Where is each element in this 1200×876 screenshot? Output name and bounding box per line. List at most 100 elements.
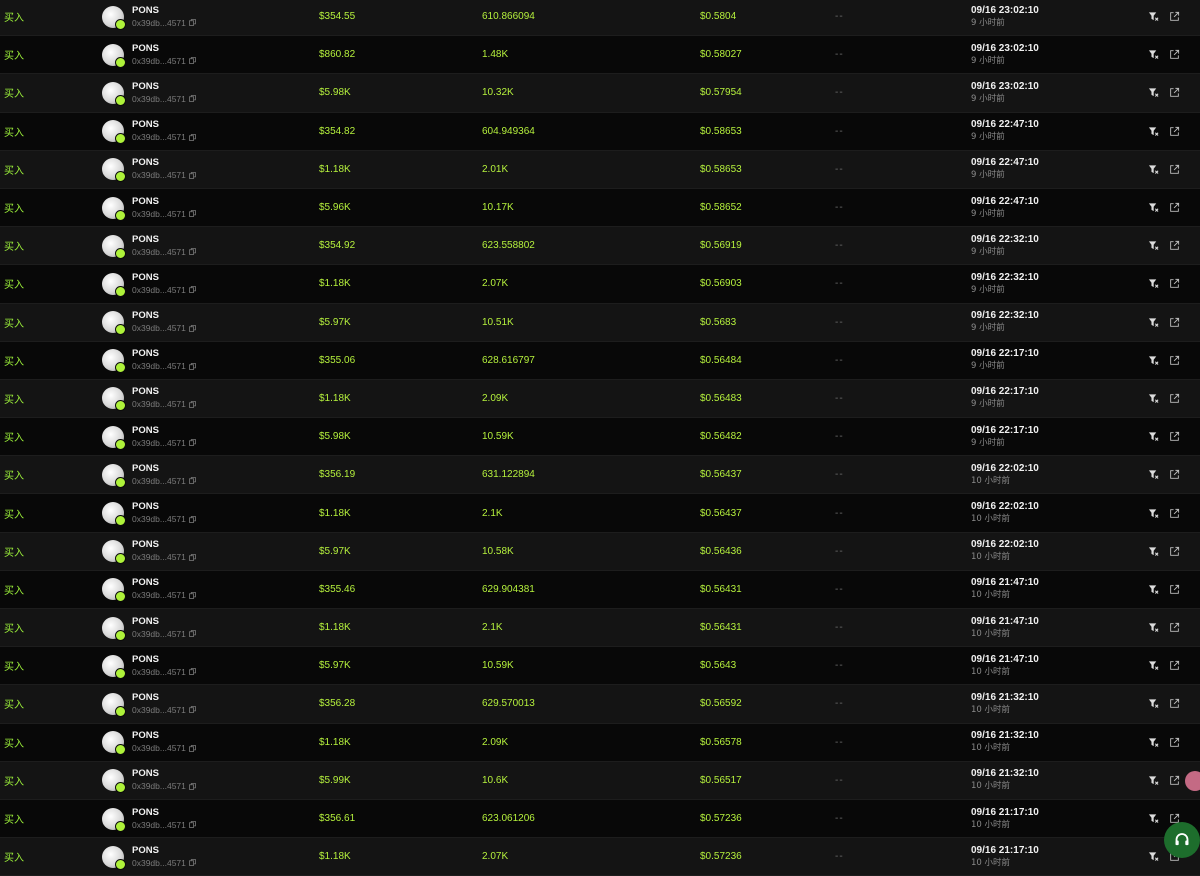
table-row[interactable]: 买入 PONS 0x39db...4571 $1.18K 2.09K $0.56…	[0, 379, 1200, 419]
copy-icon[interactable]	[189, 324, 196, 332]
filter-icon[interactable]	[1148, 775, 1159, 786]
external-link-icon[interactable]	[1169, 317, 1180, 328]
copy-icon[interactable]	[189, 210, 196, 217]
table-row[interactable]: 买入 PONS 0x39db...4571 $354.92 623.558802…	[0, 227, 1200, 266]
table-row[interactable]: 买入 PONS 0x39db...4571 $1.18K 2.01K $0.58…	[0, 150, 1200, 189]
copy-icon[interactable]	[189, 668, 196, 676]
copy-icon[interactable]	[189, 19, 196, 26]
filter-icon[interactable]	[1148, 49, 1159, 60]
external-link-icon[interactable]	[1169, 240, 1180, 251]
filter-icon[interactable]	[1148, 202, 1159, 213]
filter-icon[interactable]	[1148, 393, 1159, 404]
table-row[interactable]: 买入 PONS 0x39db...4571 $1.18K 2.07K $0.56…	[0, 265, 1200, 304]
token-cell[interactable]: PONS 0x39db...4571	[102, 571, 196, 608]
token-cell[interactable]: PONS 0x39db...4571	[102, 113, 196, 150]
token-cell[interactable]: PONS 0x39db...4571	[102, 151, 196, 188]
copy-icon[interactable]	[189, 133, 196, 141]
copy-icon[interactable]	[189, 171, 196, 179]
table-row[interactable]: 买入 PONS 0x39db...4571 $355.46 629.904381…	[0, 570, 1200, 609]
table-row[interactable]: 买入 PONS 0x39db...4571 $860.82 1.48K $0.5…	[0, 36, 1200, 75]
filter-icon[interactable]	[1148, 660, 1159, 671]
external-link-icon[interactable]	[1169, 126, 1180, 137]
token-cell[interactable]: PONS 0x39db...4571	[102, 304, 196, 341]
external-link-icon[interactable]	[1169, 202, 1180, 213]
token-cell[interactable]: PONS 0x39db...4571	[102, 838, 196, 875]
copy-icon[interactable]	[189, 821, 196, 828]
support-button[interactable]	[1164, 822, 1200, 858]
table-row[interactable]: 买入 PONS 0x39db...4571 $5.97K 10.59K $0.5…	[0, 647, 1200, 686]
external-link-icon[interactable]	[1169, 622, 1180, 633]
filter-icon[interactable]	[1148, 813, 1159, 824]
filter-icon[interactable]	[1148, 317, 1159, 328]
filter-icon[interactable]	[1148, 11, 1159, 22]
table-row[interactable]: 买入 PONS 0x39db...4571 $5.97K 10.58K $0.5…	[0, 532, 1200, 571]
external-link-icon[interactable]	[1169, 393, 1180, 404]
copy-icon[interactable]	[189, 553, 196, 561]
table-row[interactable]: 买入 PONS 0x39db...4571 $5.97K 10.51K $0.5…	[0, 303, 1200, 342]
filter-icon[interactable]	[1148, 126, 1159, 137]
external-link-icon[interactable]	[1169, 660, 1180, 671]
filter-icon[interactable]	[1148, 469, 1159, 480]
token-cell[interactable]: PONS 0x39db...4571	[102, 74, 196, 111]
external-link-icon[interactable]	[1169, 698, 1180, 709]
filter-icon[interactable]	[1148, 584, 1159, 595]
table-row[interactable]: 买入 PONS 0x39db...4571 $1.18K 2.1K $0.564…	[0, 494, 1200, 533]
table-row[interactable]: 买入 PONS 0x39db...4571 $5.99K 10.6K $0.56…	[0, 761, 1200, 800]
external-link-icon[interactable]	[1169, 584, 1180, 595]
filter-icon[interactable]	[1148, 87, 1159, 98]
table-row[interactable]: 买入 PONS 0x39db...4571 $5.98K 10.32K $0.5…	[0, 74, 1200, 113]
table-row[interactable]: 买入 PONS 0x39db...4571 $354.82 604.949364…	[0, 112, 1200, 151]
copy-icon[interactable]	[189, 706, 196, 714]
token-cell[interactable]: PONS 0x39db...4571	[102, 800, 196, 837]
table-row[interactable]: 买入 PONS 0x39db...4571 $356.28 629.570013…	[0, 685, 1200, 724]
external-link-icon[interactable]	[1169, 278, 1180, 289]
filter-icon[interactable]	[1148, 698, 1159, 709]
tool-bubble-icon[interactable]	[1185, 771, 1200, 791]
token-cell[interactable]: PONS 0x39db...4571	[102, 0, 196, 35]
token-cell[interactable]: PONS 0x39db...4571	[102, 227, 196, 264]
copy-icon[interactable]	[189, 515, 196, 523]
table-row[interactable]: 买入 PONS 0x39db...4571 $1.18K 2.09K $0.56…	[0, 723, 1200, 762]
token-cell[interactable]: PONS 0x39db...4571	[102, 685, 196, 722]
copy-icon[interactable]	[189, 630, 196, 637]
token-cell[interactable]: PONS 0x39db...4571	[102, 647, 196, 684]
token-cell[interactable]: PONS 0x39db...4571	[102, 36, 196, 73]
token-cell[interactable]: PONS 0x39db...4571	[102, 418, 196, 455]
token-cell[interactable]: PONS 0x39db...4571	[102, 380, 196, 417]
token-cell[interactable]: PONS 0x39db...4571	[102, 494, 196, 531]
filter-icon[interactable]	[1148, 164, 1159, 175]
table-row[interactable]: 买入 PONS 0x39db...4571 $356.61 623.061206…	[0, 799, 1200, 839]
copy-icon[interactable]	[189, 477, 196, 485]
copy-icon[interactable]	[189, 439, 196, 447]
token-cell[interactable]: PONS 0x39db...4571	[102, 533, 196, 570]
filter-icon[interactable]	[1148, 240, 1159, 251]
copy-icon[interactable]	[189, 286, 196, 294]
table-row[interactable]: 买入 PONS 0x39db...4571 $1.18K 2.1K $0.564…	[0, 609, 1200, 648]
token-cell[interactable]: PONS 0x39db...4571	[102, 342, 196, 379]
filter-icon[interactable]	[1148, 278, 1159, 289]
external-link-icon[interactable]	[1169, 431, 1180, 442]
token-cell[interactable]: PONS 0x39db...4571	[102, 609, 196, 646]
table-row[interactable]: 买入 PONS 0x39db...4571 $356.19 631.122894…	[0, 456, 1200, 495]
copy-icon[interactable]	[189, 782, 196, 790]
filter-icon[interactable]	[1148, 508, 1159, 519]
external-link-icon[interactable]	[1169, 775, 1180, 786]
copy-icon[interactable]	[189, 57, 196, 65]
filter-icon[interactable]	[1148, 546, 1159, 557]
filter-icon[interactable]	[1148, 851, 1159, 862]
external-link-icon[interactable]	[1169, 49, 1180, 60]
token-cell[interactable]: PONS 0x39db...4571	[102, 265, 196, 302]
external-link-icon[interactable]	[1169, 164, 1180, 175]
external-link-icon[interactable]	[1169, 11, 1180, 22]
external-link-icon[interactable]	[1169, 355, 1180, 366]
external-link-icon[interactable]	[1169, 469, 1180, 480]
table-row[interactable]: 买入 PONS 0x39db...4571 $5.96K 10.17K $0.5…	[0, 188, 1200, 228]
copy-icon[interactable]	[189, 401, 196, 408]
filter-icon[interactable]	[1148, 431, 1159, 442]
token-cell[interactable]: PONS 0x39db...4571	[102, 189, 196, 226]
table-row[interactable]: 买入 PONS 0x39db...4571 $1.18K 2.07K $0.57…	[0, 838, 1200, 876]
table-row[interactable]: 买入 PONS 0x39db...4571 $354.55 610.866094…	[0, 0, 1200, 37]
table-row[interactable]: 买入 PONS 0x39db...4571 $355.06 628.616797…	[0, 341, 1200, 380]
copy-icon[interactable]	[189, 95, 196, 103]
token-cell[interactable]: PONS 0x39db...4571	[102, 762, 196, 799]
